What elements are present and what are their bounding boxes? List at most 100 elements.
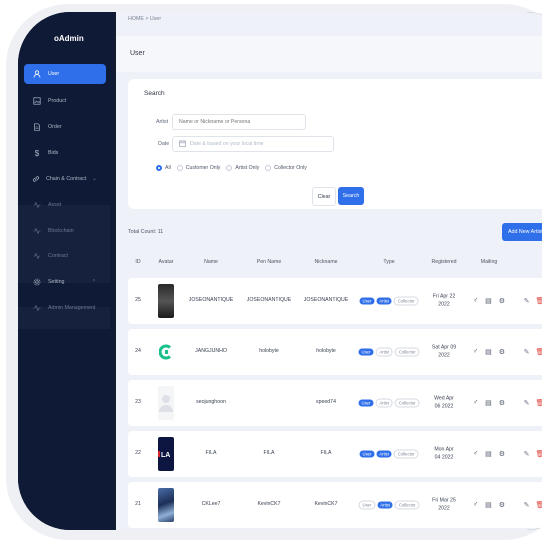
gear-icon bbox=[32, 277, 42, 287]
artist-label: Artist bbox=[156, 119, 169, 125]
cell-id: 24 bbox=[135, 348, 141, 355]
settings-icon[interactable]: ⚙ bbox=[499, 297, 505, 305]
trash-icon[interactable]: 🗑 bbox=[535, 501, 542, 509]
radio-customer-only[interactable]: Customer Only bbox=[176, 165, 220, 171]
cell-nickname: FILA bbox=[320, 450, 332, 457]
screenshot-frame: oAdmin User Product Order $ Bids Chain &… bbox=[0, 0, 542, 541]
row-actions: ✎ 🗑 bbox=[524, 297, 542, 305]
column-header-pen-name: Pen Name bbox=[256, 259, 282, 265]
clear-button[interactable]: Clear bbox=[312, 187, 336, 206]
tag-collector: Collector bbox=[393, 296, 419, 306]
tag-user: User bbox=[359, 450, 375, 458]
edit-icon[interactable]: ✎ bbox=[524, 348, 530, 356]
column-header-id: ID bbox=[135, 259, 141, 265]
sidebar-item-contract[interactable]: Contract bbox=[24, 246, 106, 266]
tag-collector: Collector bbox=[394, 398, 420, 408]
artist-search-input[interactable] bbox=[172, 114, 306, 130]
activity-icon bbox=[32, 303, 42, 313]
date-range-input[interactable]: Date & based on your local time bbox=[172, 136, 334, 152]
avatar-placeholder-icon bbox=[158, 386, 174, 420]
total-count: Total Count: 11 bbox=[128, 229, 164, 235]
male-icon[interactable]: ♂ bbox=[473, 348, 478, 356]
sidebar-item-asset[interactable]: Asset bbox=[24, 195, 106, 215]
tag-user: User bbox=[358, 399, 374, 407]
trash-icon[interactable]: 🗑 bbox=[535, 399, 542, 407]
settings-icon[interactable]: ⚙ bbox=[499, 348, 505, 356]
avatar bbox=[158, 335, 174, 369]
breadcrumb: HOME > User bbox=[128, 16, 162, 22]
sidebar-item-label: Asset bbox=[48, 202, 62, 208]
sidebar-item-label: Blockchain bbox=[48, 228, 74, 234]
activity-icon bbox=[32, 251, 42, 261]
sidebar-item-setting[interactable]: Setting ⌃ bbox=[24, 272, 106, 292]
cell-pen-name: JOSEONANTIQUE bbox=[246, 297, 292, 304]
save-icon[interactable]: ▤ bbox=[485, 348, 492, 356]
sidebar-item-admin-management[interactable]: Admin Management bbox=[24, 298, 106, 318]
cell-nickname: speed74 bbox=[316, 399, 336, 406]
activity-icon bbox=[32, 200, 42, 210]
cell-pen-name: KevinCK7 bbox=[257, 501, 281, 508]
trash-icon[interactable]: 🗑 bbox=[535, 348, 542, 356]
type-tags: User Artist Collector bbox=[358, 347, 420, 357]
radio-collector-only[interactable]: Collector Only bbox=[265, 165, 307, 171]
sidebar: oAdmin User Product Order $ Bids Chain &… bbox=[18, 12, 114, 530]
sidebar-item-label: Order bbox=[48, 124, 62, 130]
avatar: LA bbox=[158, 437, 174, 471]
tag-collector: Collector bbox=[394, 500, 420, 510]
cell-nickname: KevinCK7 bbox=[314, 501, 338, 508]
save-icon[interactable]: ▤ bbox=[485, 501, 492, 509]
search-button[interactable]: Search bbox=[338, 187, 364, 205]
cell-pen-name: holobyte bbox=[259, 348, 279, 355]
sidebar-item-bids[interactable]: $ Bids bbox=[24, 143, 106, 163]
add-new-artist-button[interactable]: Add New Artist bbox=[502, 223, 542, 241]
sidebar-item-product[interactable]: Product bbox=[24, 91, 106, 111]
radio-unchecked-icon bbox=[226, 165, 233, 171]
settings-icon[interactable]: ⚙ bbox=[499, 450, 505, 458]
sidebar-item-order[interactable]: Order bbox=[24, 117, 106, 137]
avatar bbox=[158, 284, 174, 318]
edit-icon[interactable]: ✎ bbox=[524, 501, 530, 509]
sidebar-item-label: Setting bbox=[48, 279, 65, 285]
type-tags: User Artist Collector bbox=[358, 398, 420, 408]
radio-artist-only[interactable]: Artist Only bbox=[226, 165, 259, 171]
radio-unchecked-icon bbox=[265, 165, 272, 171]
male-icon[interactable]: ♂ bbox=[473, 297, 478, 305]
save-icon[interactable]: ▤ bbox=[485, 399, 492, 407]
mailing-icons: ♂ ▤ ⚙ bbox=[473, 501, 505, 509]
cell-registered: Fri Apr 22 2022 bbox=[432, 293, 456, 307]
tag-user: User bbox=[358, 348, 374, 356]
column-header-name: Name bbox=[204, 259, 218, 265]
type-tags: User Artist Collector bbox=[358, 500, 420, 510]
sidebar-item-user[interactable]: User bbox=[24, 64, 106, 84]
row-actions: ✎ 🗑 bbox=[524, 450, 542, 458]
save-icon[interactable]: ▤ bbox=[485, 297, 492, 305]
user-icon bbox=[32, 69, 42, 79]
trash-icon[interactable]: 🗑 bbox=[535, 450, 542, 458]
male-icon[interactable]: ♂ bbox=[473, 399, 478, 407]
chevron-down-icon: ⌄ bbox=[92, 176, 97, 182]
trash-icon[interactable]: 🗑 bbox=[535, 297, 542, 305]
image-icon bbox=[32, 96, 42, 106]
sidebar-item-label: User bbox=[48, 71, 60, 77]
sidebar-item-chain-contract[interactable]: Chain & Contract ⌄ bbox=[24, 169, 106, 189]
save-icon[interactable]: ▤ bbox=[485, 450, 492, 458]
settings-icon[interactable]: ⚙ bbox=[499, 399, 505, 407]
sidebar-item-blockchain[interactable]: Blockchain bbox=[24, 221, 106, 241]
avatar bbox=[158, 488, 174, 522]
settings-icon[interactable]: ⚙ bbox=[499, 501, 505, 509]
edit-icon[interactable]: ✎ bbox=[524, 450, 530, 458]
cell-id: 21 bbox=[135, 501, 141, 508]
edit-icon[interactable]: ✎ bbox=[524, 297, 530, 305]
cell-registered: Fri Mar 25 2022 bbox=[432, 497, 456, 511]
male-icon[interactable]: ♂ bbox=[473, 501, 478, 509]
edit-icon[interactable]: ✎ bbox=[524, 399, 530, 407]
activity-icon bbox=[32, 226, 42, 236]
calendar-icon bbox=[179, 139, 186, 149]
radio-all[interactable]: All bbox=[156, 165, 171, 171]
male-icon[interactable]: ♂ bbox=[473, 450, 478, 458]
date-placeholder: Date & based on your local time bbox=[190, 141, 264, 147]
cell-registered: Sat Apr 09 2022 bbox=[431, 344, 457, 358]
svg-text:LA: LA bbox=[161, 452, 170, 459]
cell-name: CKLee7 bbox=[201, 501, 221, 508]
cell-registered: Wed Apr 06 2022 bbox=[434, 395, 454, 409]
